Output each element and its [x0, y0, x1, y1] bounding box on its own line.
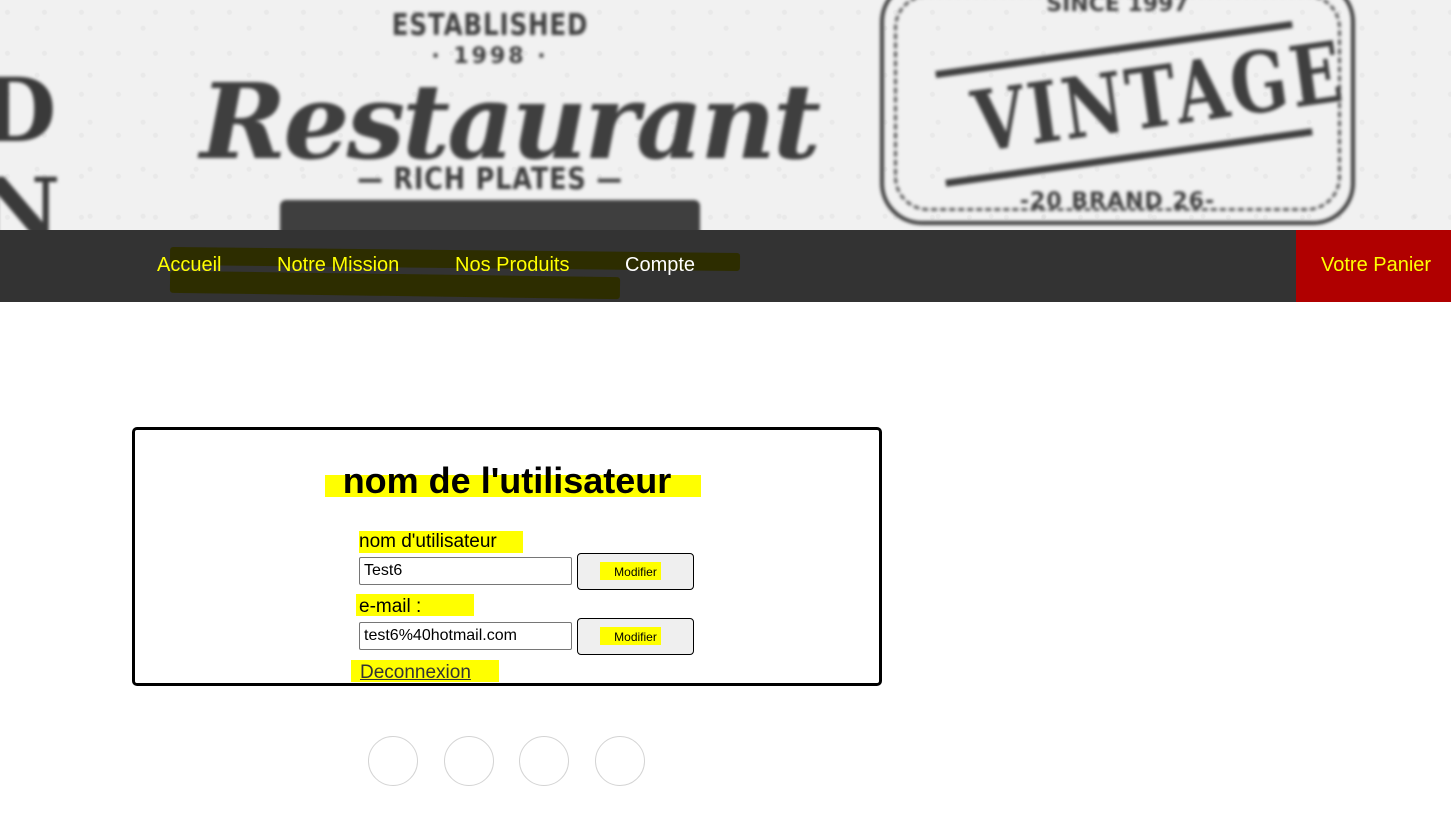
nav-item-compte[interactable]: Compte [625, 230, 695, 302]
email-field[interactable] [359, 622, 572, 650]
social-icon-1[interactable] [368, 736, 418, 786]
page-title: nom de l'utilisateur [342, 460, 672, 501]
restaurant-logo-ribbon [280, 200, 700, 230]
vintage-logo-brand: -20 BRAND 26- [1019, 189, 1216, 214]
main-navbar: Accueil Notre Mission Nos Produits Compt… [0, 230, 1451, 302]
left-logo: D N [0, 40, 90, 230]
logout-link[interactable]: Deconnexion [360, 662, 471, 684]
cart-button[interactable]: Votre Panier [1296, 230, 1451, 302]
restaurant-logo-established: ESTABLISHED [391, 8, 589, 43]
username-label: nom d'utilisateur [359, 531, 497, 552]
nav-item-accueil[interactable]: Accueil [157, 230, 221, 302]
username-field[interactable] [359, 557, 572, 585]
email-label: e-mail : [359, 596, 422, 617]
modify-username-button[interactable]: Modifier [577, 553, 694, 590]
nav-item-notre-mission[interactable]: Notre Mission [277, 230, 399, 302]
restaurant-logo: ESTABLISHED · 1998 · Restaurant — RICH P… [200, 0, 821, 230]
social-icon-4[interactable] [595, 736, 645, 786]
social-icon-2[interactable] [444, 736, 494, 786]
modify-email-label: Modifier [614, 629, 657, 644]
account-card: nom de l'utilisateur nom d'utilisateur M… [132, 427, 882, 686]
modify-username-label: Modifier [614, 564, 657, 579]
vintage-logo: SINCE 1997 VINTAGE -20 BRAND 26- [880, 0, 1355, 225]
left-logo-text: D N [0, 58, 61, 230]
vintage-logo-since: SINCE 1997 [1046, 0, 1189, 17]
modify-email-button[interactable]: Modifier [577, 618, 694, 655]
social-icon-3[interactable] [519, 736, 569, 786]
header-banner: D N ESTABLISHED · 1998 · Restaurant — RI… [0, 0, 1451, 230]
restaurant-logo-subline: — RICH PLATES — [357, 162, 623, 197]
nav-item-nos-produits[interactable]: Nos Produits [455, 230, 570, 302]
